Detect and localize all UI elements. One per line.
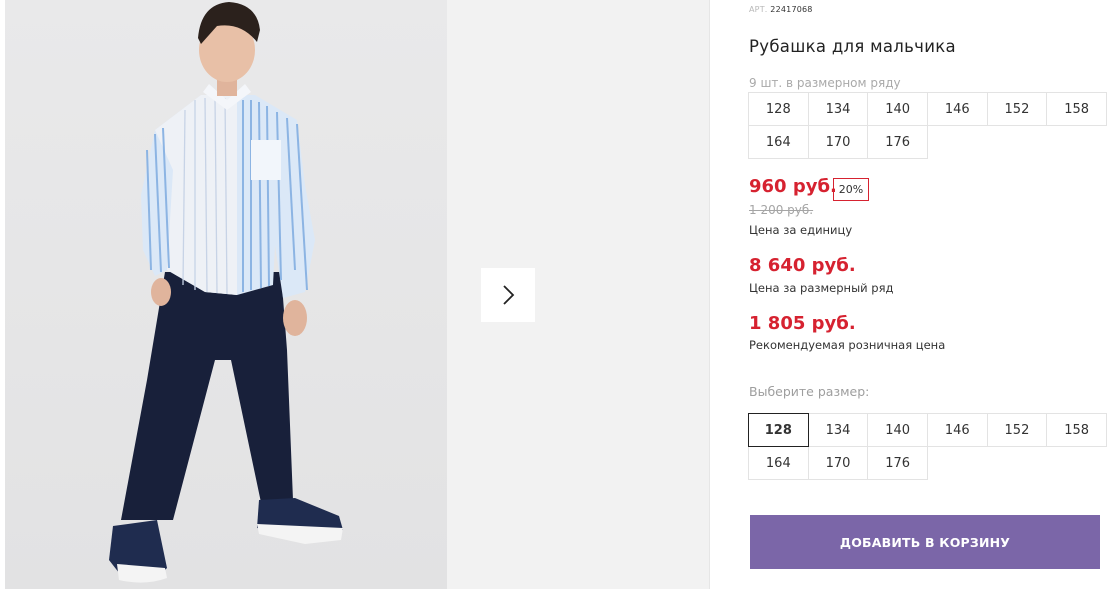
sku-value: 22417068 (770, 5, 813, 14)
product-sku: АРТ. 22417068 (749, 5, 813, 14)
size-option-164[interactable]: 164 (748, 446, 809, 480)
pack-size-cell: 158 (1046, 92, 1107, 126)
pack-size-cell: 128 (748, 92, 809, 126)
unit-price: 960 руб. (749, 176, 837, 197)
product-photo (5, 0, 447, 589)
unit-price-label: Цена за единицу (749, 223, 853, 237)
pack-note: 9 шт. в размерном ряду (749, 76, 901, 90)
pack-size-cell: 152 (986, 92, 1048, 126)
set-price-label: Цена за размерный ряд (749, 281, 894, 295)
size-option-170[interactable]: 170 (807, 446, 869, 480)
pack-size-cell: 164 (748, 125, 809, 159)
pack-size-cell: 146 (926, 92, 988, 126)
sku-label: АРТ. (749, 5, 768, 14)
retail-price: 1 805 руб. (749, 313, 856, 334)
pack-size-cell: 140 (867, 92, 928, 126)
size-option-128[interactable]: 128 (748, 413, 809, 447)
size-option-152[interactable]: 152 (986, 413, 1048, 447)
product-photo-illustration (109, 2, 343, 583)
size-option-158[interactable]: 158 (1046, 413, 1107, 447)
pack-size-cell: 170 (807, 125, 869, 159)
pack-size-grid: 128 134 140 146 152 158 164 170 176 (748, 92, 1107, 159)
add-to-cart-button[interactable]: ДОБАВИТЬ В КОРЗИНУ (750, 515, 1100, 569)
discount-badge: 20% (833, 178, 869, 201)
product-title: Рубашка для мальчика (749, 37, 956, 56)
panel-divider (709, 0, 710, 589)
chevron-right-icon (503, 285, 515, 305)
size-select-label: Выберите размер: (749, 384, 870, 399)
gallery-next-button[interactable] (481, 268, 535, 322)
pack-size-cell: 134 (807, 92, 869, 126)
retail-price-label: Рекомендуемая розничная цена (749, 338, 946, 352)
size-selector: 128 134 140 146 152 158 164 170 176 (748, 413, 1107, 480)
pack-size-cell: 176 (867, 125, 928, 159)
size-option-140[interactable]: 140 (867, 413, 928, 447)
set-price: 8 640 руб. (749, 255, 856, 276)
size-option-146[interactable]: 146 (926, 413, 988, 447)
size-option-134[interactable]: 134 (807, 413, 869, 447)
old-price: 1 200 руб. (749, 203, 814, 217)
size-option-176[interactable]: 176 (867, 446, 928, 480)
